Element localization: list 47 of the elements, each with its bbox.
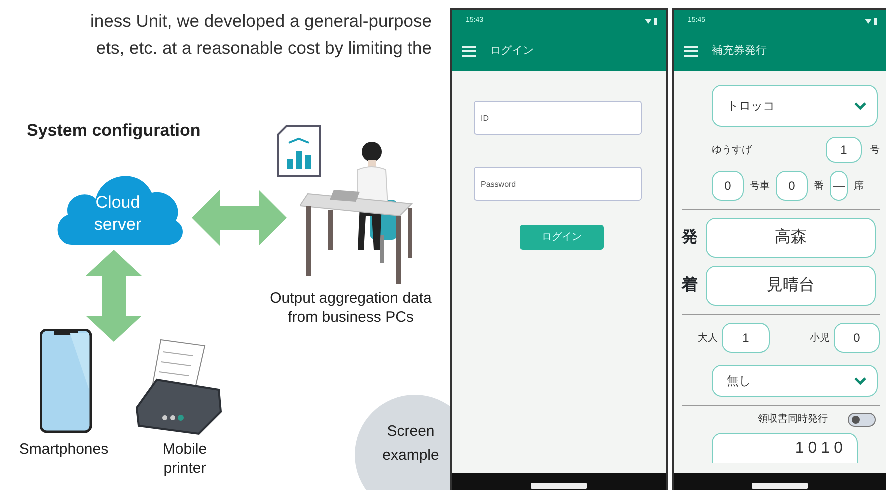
home-indicator[interactable] xyxy=(531,482,587,488)
unit-label: 席 xyxy=(854,180,864,194)
printer-icon xyxy=(133,338,223,436)
caption: Smartphones xyxy=(18,440,110,459)
dropdown-value: 無し xyxy=(727,373,751,390)
status-icons xyxy=(865,18,878,24)
input-field[interactable]: — xyxy=(830,171,848,201)
caption: Mobile printer xyxy=(162,440,208,478)
station-label: 着 xyxy=(682,275,698,296)
input-field[interactable]: 高森 xyxy=(706,218,876,258)
dropdown-value: トロッコ xyxy=(727,98,775,115)
input-field[interactable]: 1010 xyxy=(712,433,858,463)
dropdown[interactable]: トロッコ xyxy=(712,85,878,127)
input-field[interactable]: 0 xyxy=(834,323,880,353)
input-field[interactable]: 1 xyxy=(722,323,770,353)
home-indicator[interactable] xyxy=(752,482,808,488)
body-text: ets, etc. at a reasonable cost by limiting the xyxy=(95,37,432,60)
passenger-label: 大人 xyxy=(698,332,718,346)
chevron-down-icon xyxy=(854,377,867,385)
input-field[interactable]: 1 xyxy=(826,137,862,163)
menu-icon[interactable] xyxy=(684,46,698,57)
unit-label: 番 xyxy=(814,180,824,194)
input-field[interactable]: 0 xyxy=(776,171,808,201)
diagram-title: System configuration xyxy=(27,120,201,142)
input-field[interactable]: 0 xyxy=(712,171,744,201)
unit-label: 号 xyxy=(870,144,880,158)
toggle-switch[interactable] xyxy=(848,412,876,426)
status-icons xyxy=(645,18,658,24)
station-label: 発 xyxy=(682,228,698,248)
badge-label: Screen example xyxy=(382,422,440,466)
menu-icon[interactable] xyxy=(462,46,476,57)
input-field[interactable]: Password xyxy=(474,167,642,201)
receipt-label: 領収書同時発行 xyxy=(758,412,828,427)
unit-label: 号車 xyxy=(750,180,770,194)
input-field[interactable]: 見晴台 xyxy=(706,266,876,306)
dropdown[interactable]: 無し xyxy=(712,365,878,397)
screen-title: 補充券発行 xyxy=(712,44,767,60)
smartphone-icon xyxy=(40,329,92,433)
passenger-label: 小児 xyxy=(810,332,830,346)
body-text: iness Unit, we developed a general-purpose xyxy=(90,10,432,33)
caption: Output aggregation data from business PCs xyxy=(269,289,433,327)
chevron-down-icon xyxy=(854,102,867,110)
train-name: ゆうすげ xyxy=(712,144,752,158)
screen-title: ログイン xyxy=(490,44,534,60)
report-icon xyxy=(277,125,321,177)
input-field[interactable]: ID xyxy=(474,101,642,135)
cloud-label: Cloud server xyxy=(93,192,143,236)
